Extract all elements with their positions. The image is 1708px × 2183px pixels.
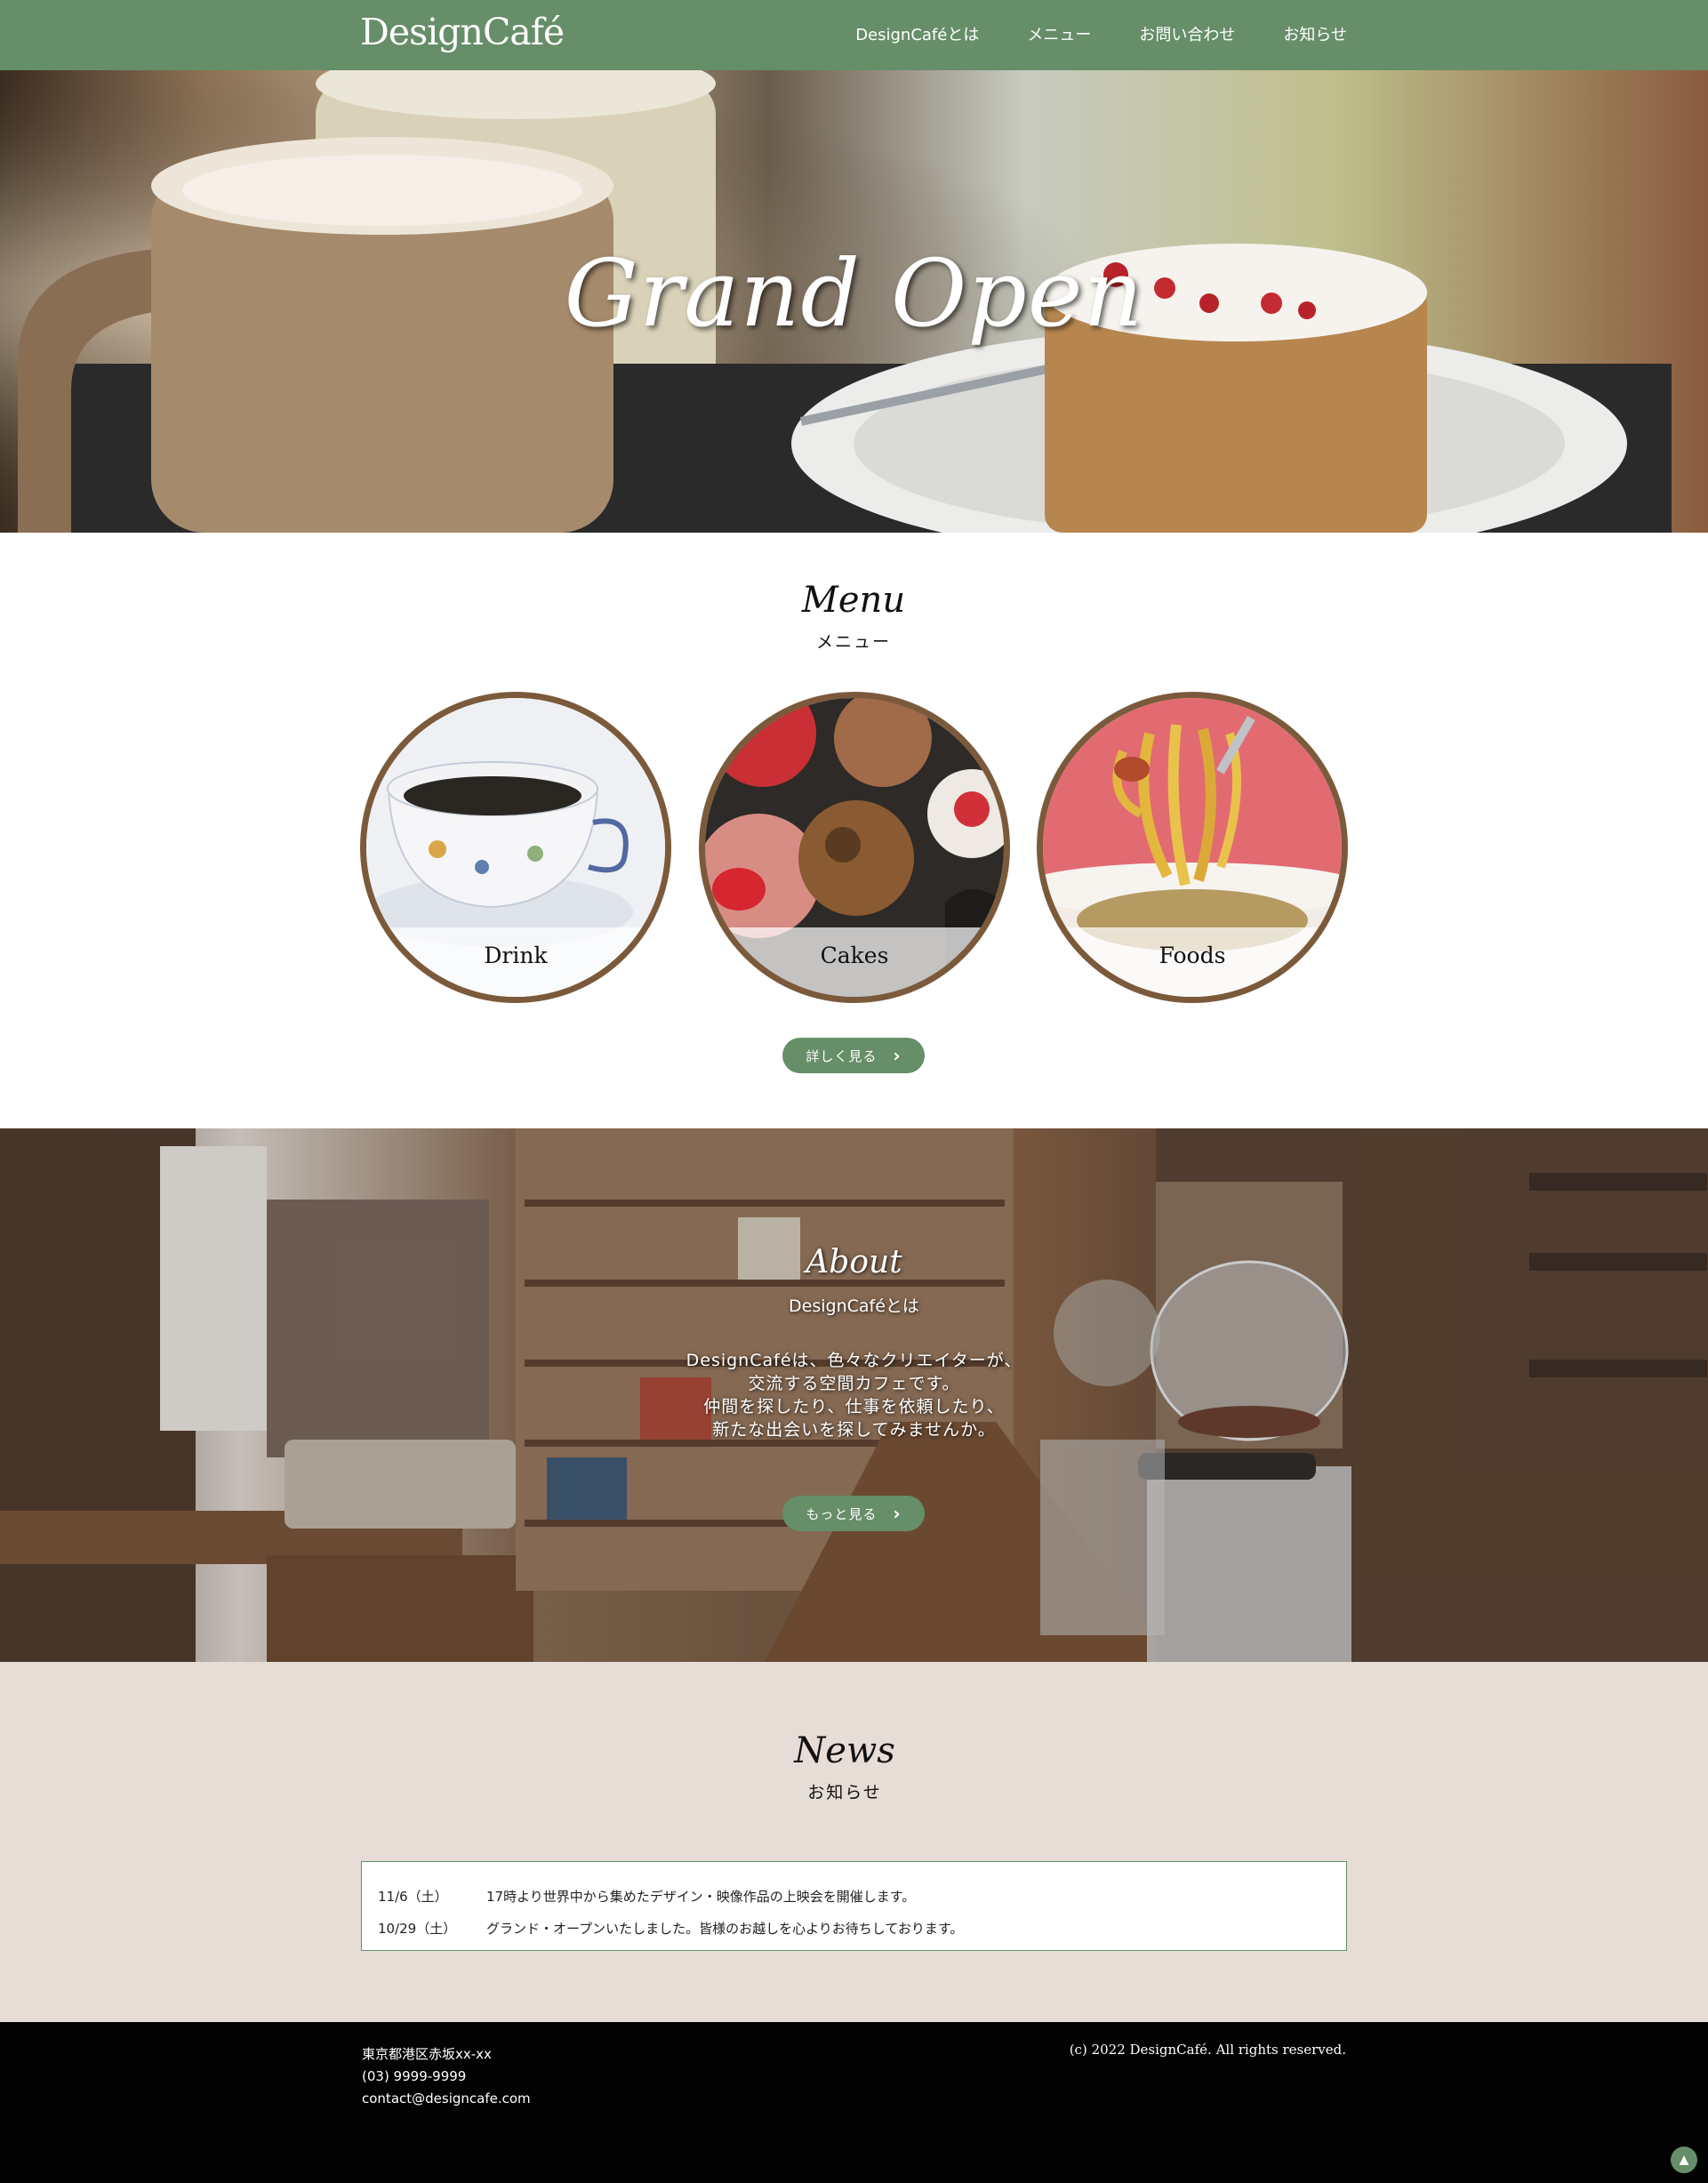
footer-address: 東京都港区赤坂xx-xx bbox=[362, 2046, 492, 2062]
menu-card-label-cakes: Cakes bbox=[820, 943, 889, 968]
about-line: 仲間を探したり、仕事を依頼したり、 bbox=[703, 1397, 1005, 1417]
menu-card-foods[interactable]: Foods bbox=[1037, 692, 1348, 1003]
news-item[interactable]: 11/6（土） 17時より世界中から集めたデザイン・映像作品の上映会を開催します… bbox=[378, 1880, 1330, 1912]
about-line: 新たな出会いを探してみませんか。 bbox=[712, 1420, 996, 1440]
news-date: 11/6（土） bbox=[378, 1888, 448, 1905]
menu-title-en: Menu bbox=[801, 580, 906, 621]
about-more-label: もっと見る bbox=[806, 1505, 878, 1522]
site-footer: 東京都港区赤坂xx-xx (03) 9999-9999 contact@desi… bbox=[0, 2022, 1708, 2183]
about-more-button[interactable]: もっと見る › bbox=[782, 1496, 925, 1531]
news-title-en: News bbox=[794, 1730, 895, 1771]
page-top-button[interactable]: ▲ bbox=[1671, 2147, 1697, 2173]
news-list: 11/6（土） 17時より世界中から集めたデザイン・映像作品の上映会を開催します… bbox=[361, 1861, 1347, 1951]
arrow-up-icon: ▲ bbox=[1679, 2153, 1689, 2167]
menu-title-ja: メニュー bbox=[815, 632, 891, 652]
footer-phone[interactable]: (03) 9999-9999 bbox=[362, 2066, 531, 2088]
about-title-ja: DesignCaféとは bbox=[789, 1296, 919, 1316]
about-line: 交流する空間カフェです。 bbox=[748, 1374, 960, 1393]
news-text: グランド・オープンいたしました。皆様のお越しを心よりお待ちしております。 bbox=[486, 1920, 964, 1937]
news-text: 17時より世界中から集めたデザイン・映像作品の上映会を開催します。 bbox=[486, 1888, 916, 1905]
site-logo[interactable]: DesignCafé bbox=[360, 11, 565, 53]
menu-card-cakes[interactable]: Cakes bbox=[699, 692, 1010, 1003]
news-date: 10/29（土） bbox=[378, 1920, 457, 1937]
news-title-ja: お知らせ bbox=[807, 1783, 882, 1802]
site-header: DesignCafé DesignCaféとは メニュー お問い合わせ お知らせ bbox=[0, 0, 1708, 70]
nav-item-news[interactable]: お知らせ bbox=[1283, 22, 1347, 45]
menu-more-button[interactable]: 詳しく見る › bbox=[782, 1038, 925, 1073]
menu-more-label: 詳しく見る bbox=[806, 1047, 878, 1064]
nav-item-contact[interactable]: お問い合わせ bbox=[1139, 22, 1235, 45]
footer-email[interactable]: contact@designcafe.com bbox=[362, 2088, 531, 2110]
news-heading: News お知らせ bbox=[711, 1733, 978, 1803]
footer-contact: 東京都港区赤坂xx-xx (03) 9999-9999 contact@desi… bbox=[362, 2043, 531, 2110]
about-title-en: About bbox=[806, 1244, 902, 1280]
footer-copyright: (c) 2022 DesignCafé. All rights reserved… bbox=[1069, 2042, 1346, 2058]
menu-card-drink[interactable]: Drink bbox=[360, 692, 671, 1003]
nav-item-menu[interactable]: メニュー bbox=[1027, 22, 1091, 45]
menu-heading: Menu メニュー bbox=[720, 582, 987, 653]
hero-title: Grand Open bbox=[564, 239, 1144, 348]
chevron-right-icon: › bbox=[893, 1503, 902, 1524]
menu-card-label-drink: Drink bbox=[484, 943, 548, 968]
about-line: DesignCaféは、色々なクリエイターが、 bbox=[686, 1351, 1022, 1370]
hero-banner: Grand Open bbox=[0, 70, 1708, 533]
menu-card-label-foods: Foods bbox=[1159, 943, 1226, 968]
nav-item-about[interactable]: DesignCaféとは bbox=[855, 22, 979, 45]
about-body: DesignCaféは、色々なクリエイターが、 交流する空間カフェです。 仲間を… bbox=[0, 1349, 1708, 1441]
main-nav: DesignCaféとは メニュー お問い合わせ お知らせ bbox=[855, 22, 1347, 45]
news-item[interactable]: 10/29（土） グランド・オープンいたしました。皆様のお越しを心よりお待ちして… bbox=[378, 1912, 1330, 1944]
news-section: News お知らせ 11/6（土） 17時より世界中から集めたデザイン・映像作品… bbox=[0, 1662, 1708, 2022]
about-section: About DesignCaféとは DesignCaféは、色々なクリエイター… bbox=[0, 1128, 1708, 1662]
chevron-right-icon: › bbox=[893, 1045, 902, 1066]
